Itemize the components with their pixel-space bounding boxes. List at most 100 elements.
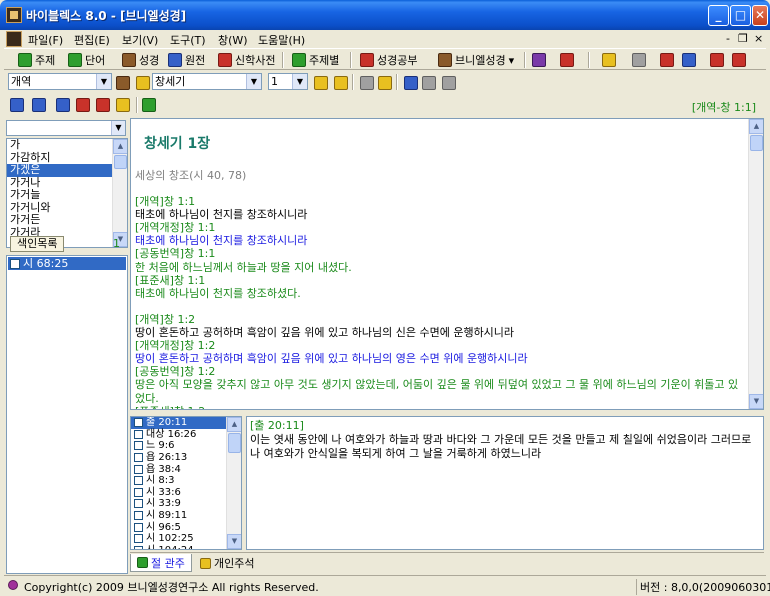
- grid-view-button[interactable]: [360, 74, 374, 92]
- book-tool-button[interactable]: [682, 51, 696, 69]
- maximize-button[interactable]: □: [730, 5, 751, 26]
- word-list[interactable]: 가 가감하지 가겠은 가거나 가거늘 가거니와 가거든 가거라 ▲ ▼: [6, 138, 128, 248]
- list-item[interactable]: 욥 26:13: [131, 452, 241, 464]
- exit-button[interactable]: [560, 51, 574, 69]
- book-select[interactable]: 창세기 ▼: [152, 73, 262, 90]
- font-normal-button[interactable]: [56, 96, 70, 114]
- menu-file[interactable]: 파일(F): [28, 32, 63, 48]
- menu-tools[interactable]: 도구(T): [170, 32, 206, 48]
- list-item[interactable]: 가: [7, 139, 127, 152]
- word-search-combo[interactable]: ▼: [6, 120, 126, 136]
- open-tool-button[interactable]: [116, 74, 130, 92]
- copy-tool-button[interactable]: [602, 51, 616, 69]
- split-view-button[interactable]: [32, 96, 46, 114]
- dictionary-tool-button[interactable]: [732, 51, 746, 69]
- app-icon[interactable]: [6, 7, 22, 23]
- ref-checkbox[interactable]: [134, 522, 143, 532]
- ref-checkbox[interactable]: [134, 545, 143, 549]
- ref-checkbox[interactable]: [134, 464, 143, 474]
- ref-checkbox[interactable]: [134, 487, 143, 497]
- edit-view-button[interactable]: [378, 74, 392, 92]
- result-checkbox[interactable]: [10, 258, 20, 269]
- original-text-button[interactable]: 원전: [168, 51, 205, 69]
- scroll-up-icon[interactable]: ▲: [227, 417, 241, 432]
- scroll-thumb[interactable]: [114, 155, 127, 169]
- menu-window[interactable]: 창(W): [218, 32, 248, 48]
- tab-cross-reference[interactable]: 절 관주: [130, 554, 192, 572]
- scroll-thumb[interactable]: [750, 135, 763, 151]
- scroll-thumb[interactable]: [228, 433, 241, 453]
- list-item[interactable]: 출 20:11: [131, 417, 241, 429]
- index-list-button[interactable]: 색인목록: [10, 236, 65, 252]
- pages-tool-button[interactable]: [660, 51, 674, 69]
- cross-reference-text[interactable]: [출 20:11] 이는 엿새 동안에 나 여호와가 하늘과 땅과 바다와 그 …: [246, 416, 764, 550]
- scroll-up-icon[interactable]: ▲: [749, 119, 763, 134]
- chapter-select[interactable]: 1 ▼: [268, 73, 308, 90]
- grid-tool-button[interactable]: [532, 51, 546, 69]
- ref-checkbox[interactable]: [134, 534, 143, 544]
- ref-checkbox[interactable]: [134, 453, 143, 463]
- title-bar[interactable]: 바이블렉스 8.0 - [브니엘성경] _ □ ✕: [0, 0, 770, 30]
- word-list-scrollbar[interactable]: ▲ ▼: [112, 139, 127, 247]
- peniel-bible-button[interactable]: 브니엘성경 ▾: [438, 51, 514, 69]
- bible-button[interactable]: 성경: [122, 51, 159, 69]
- bible-text-view[interactable]: 창세기 1장 세상의 창조(시 40, 78) [개역]창 1:1 태초에 하나님…: [130, 118, 764, 410]
- by-topic-button[interactable]: 주제별: [292, 51, 339, 69]
- ref-checkbox[interactable]: [134, 476, 143, 486]
- list-item[interactable]: 시 33:9: [131, 498, 241, 510]
- list-item[interactable]: 시 33:6: [131, 487, 241, 499]
- record-tool-button[interactable]: [710, 51, 724, 69]
- list-item[interactable]: 시 8:3: [131, 475, 241, 487]
- chevron-down-icon[interactable]: ▼: [96, 74, 111, 89]
- chevron-down-icon[interactable]: ▾: [509, 54, 515, 67]
- list-view-button[interactable]: [10, 96, 24, 114]
- font-smaller-button[interactable]: [96, 96, 110, 114]
- books-tool-button[interactable]: [404, 74, 418, 92]
- notes-tool-button[interactable]: [442, 74, 456, 92]
- glasses-tool-button[interactable]: [422, 74, 436, 92]
- list-item[interactable]: 대상 16:26: [131, 429, 241, 441]
- document-icon[interactable]: [6, 31, 22, 47]
- scroll-up-icon[interactable]: ▲: [113, 139, 127, 154]
- list-item[interactable]: 가겠은: [7, 163, 127, 177]
- topic-button[interactable]: 주제: [18, 51, 55, 69]
- mdi-minimize-button[interactable]: -: [726, 32, 730, 45]
- ref-checkbox[interactable]: [134, 499, 143, 509]
- cross-reference-list[interactable]: 출 20:11 대상 16:26 느 9:6 욥 26:13 욥 38:4 시 8:3 시 …: [130, 416, 242, 550]
- menu-edit[interactable]: 편집(E): [74, 32, 110, 48]
- word-button[interactable]: 단어: [68, 51, 105, 69]
- ref-checkbox[interactable]: [134, 441, 143, 451]
- list-item[interactable]: 욥 38:4: [131, 463, 241, 475]
- eraser-tool-button[interactable]: [632, 51, 646, 69]
- list-item[interactable]: 느 9:6: [131, 440, 241, 452]
- menu-help[interactable]: 도움말(H): [258, 32, 305, 48]
- chevron-down-icon[interactable]: ▼: [246, 74, 261, 89]
- cross-reference-scrollbar[interactable]: ▲ ▼: [226, 417, 241, 549]
- hint-tool-button[interactable]: [136, 74, 150, 92]
- scroll-down-icon[interactable]: ▼: [749, 394, 763, 409]
- list-item[interactable]: 가거든: [7, 213, 127, 227]
- tab-personal-notes[interactable]: 개인주석: [194, 554, 260, 572]
- minimize-button[interactable]: _: [708, 5, 729, 26]
- list-item[interactable]: 시 89:11: [131, 510, 241, 522]
- prev-book-button[interactable]: [314, 74, 328, 92]
- chevron-down-icon[interactable]: ▼: [292, 74, 307, 89]
- list-item[interactable]: 시 68:25: [8, 257, 126, 270]
- scroll-down-icon[interactable]: ▼: [227, 534, 241, 549]
- mdi-close-button[interactable]: ×: [754, 32, 763, 45]
- close-button[interactable]: ✕: [752, 5, 768, 26]
- ref-checkbox[interactable]: [134, 429, 143, 439]
- next-book-button[interactable]: [334, 74, 348, 92]
- list-item[interactable]: 가거늘: [7, 188, 127, 202]
- highlight-button[interactable]: [116, 96, 130, 114]
- bible-study-button[interactable]: 성경공부: [360, 51, 417, 69]
- list-item[interactable]: 시 102:25: [131, 533, 241, 545]
- chevron-down-icon[interactable]: ▼: [111, 121, 125, 135]
- ref-checkbox[interactable]: [134, 418, 143, 428]
- refresh-button[interactable]: [142, 96, 156, 114]
- menu-view[interactable]: 보기(V): [122, 32, 158, 48]
- result-list[interactable]: 시 68:25: [6, 255, 128, 574]
- ref-checkbox[interactable]: [134, 511, 143, 521]
- theology-dictionary-button[interactable]: 신학사전: [218, 51, 275, 69]
- list-item[interactable]: 시 104:24: [131, 545, 241, 549]
